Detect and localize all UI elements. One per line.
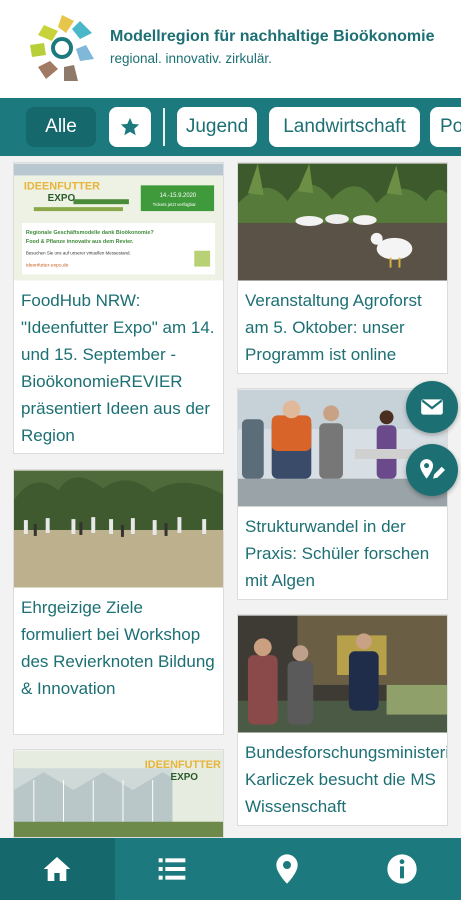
news-card[interactable]: Ehrgeizige Ziele formuliert bei Workshop… — [13, 469, 224, 735]
expo-line3-text: Besuchen Sie uns auf unserer virtuellen … — [26, 251, 131, 256]
list-icon — [158, 858, 186, 880]
nav-home[interactable] — [0, 838, 115, 900]
card-image-greenhouse: IDEENFUTTER EXPO — [14, 750, 223, 837]
expo-date-text: 14.-15.9.2020 — [160, 193, 197, 199]
suggest-location-button[interactable] — [406, 444, 458, 496]
nav-info[interactable] — [345, 838, 461, 900]
filter-chip-alle[interactable]: Alle — [26, 107, 96, 147]
filter-chip-landwirtschaft[interactable]: Landwirtschaft — [269, 107, 420, 147]
map-pin-edit-icon — [420, 459, 445, 479]
card-image-ms-wissenschaft — [238, 615, 447, 733]
filter-chip-favorites[interactable] — [109, 107, 151, 147]
filter-divider — [163, 108, 165, 146]
expo-url-text: ideenfutter-expo.de — [26, 263, 69, 269]
card-image-ideenfutter: IDEENFUTTER EXPO 14.-15.9.2020 Tickets j… — [14, 163, 223, 281]
category-filter-bar: Alle Jugend Landwirtschaft Po — [0, 98, 461, 156]
expo-label-text: EXPO — [48, 193, 76, 204]
news-card[interactable]: IDEENFUTTER EXPO 14.-15.9.2020 Tickets j… — [13, 162, 224, 454]
expo-line2-text: Food & Pflanze innovativ aus dem Revier. — [26, 239, 134, 245]
info-icon — [387, 854, 417, 884]
card-title: FoodHub NRW: "Ideenfutter Expo" am 14. u… — [21, 291, 215, 445]
star-icon — [120, 117, 140, 136]
expo-label-text: EXPO — [171, 772, 199, 783]
news-card[interactable]: Bundesforschungsministerin Karliczek bes… — [237, 614, 448, 826]
nav-map[interactable] — [230, 838, 345, 900]
app-header: Modellregion für nachhaltige Bioökonomie… — [0, 0, 461, 98]
app-title: Modellregion für nachhaltige Bioökonomie — [110, 28, 435, 45]
card-title: Bundesforschungsministerin Karliczek bes… — [245, 743, 448, 816]
nav-list[interactable] — [115, 838, 230, 900]
app-subtitle: regional. innovativ. zirkulär. — [110, 51, 272, 66]
card-title: Veranstaltung Agroforst am 5. Oktober: u… — [245, 291, 422, 364]
filter-chip-jugend[interactable]: Jugend — [177, 107, 257, 147]
home-icon — [43, 857, 71, 881]
expo-brand-text: IDEENFUTTER — [145, 759, 221, 771]
expo-line1-text: Regionale Geschäftsmodelle dank Bioökono… — [26, 230, 154, 236]
mail-icon — [421, 399, 443, 415]
card-title: Strukturwandel in der Praxis: Schüler fo… — [245, 517, 430, 590]
news-card[interactable]: IDEENFUTTER EXPO — [13, 749, 224, 838]
expo-ticket-text: Tickets jetzt verfügbar — [153, 202, 197, 207]
expo-brand-text: IDEENFUTTER — [24, 180, 100, 192]
card-image-chickens — [238, 163, 447, 281]
filter-chip-po[interactable]: Po — [430, 107, 461, 147]
card-title: Ehrgeizige Ziele formuliert bei Workshop… — [21, 598, 215, 698]
bottom-navigation — [0, 838, 461, 900]
modellregion-logo — [30, 15, 94, 81]
contact-mail-button[interactable] — [406, 381, 458, 433]
card-image-workshop-field — [14, 470, 223, 588]
map-pin-icon — [276, 854, 298, 884]
news-card[interactable]: Veranstaltung Agroforst am 5. Oktober: u… — [237, 162, 448, 374]
